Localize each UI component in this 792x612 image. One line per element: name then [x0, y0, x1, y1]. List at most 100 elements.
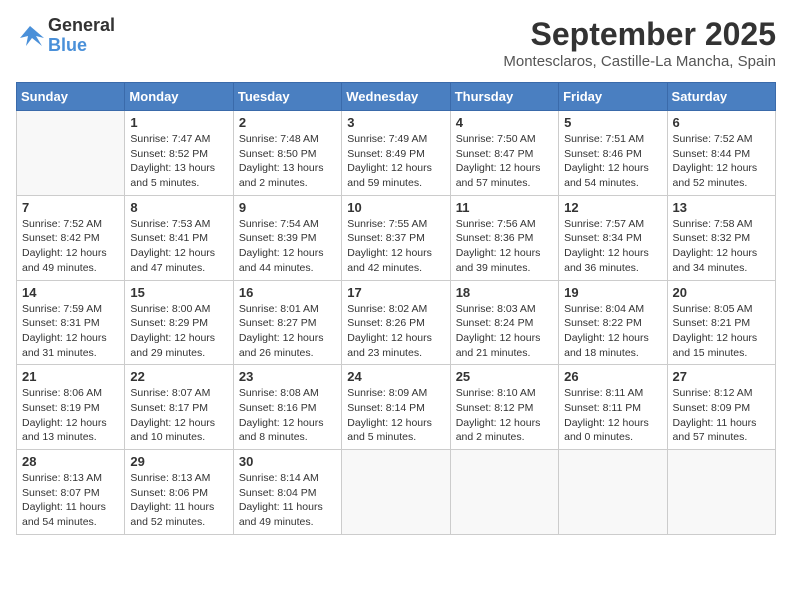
day-number: 22 — [130, 369, 227, 384]
day-number: 2 — [239, 115, 336, 130]
day-info: Sunrise: 8:14 AMSunset: 8:04 PMDaylight:… — [239, 471, 336, 530]
month-title: September 2025 — [503, 16, 776, 53]
calendar-week-row: 7 Sunrise: 7:52 AMSunset: 8:42 PMDaylight… — [17, 195, 776, 280]
calendar-cell: 29Sunrise: 8:13 AMSunset: 8:06 PMDayligh… — [125, 450, 233, 535]
logo-icon — [16, 24, 44, 48]
day-info: Sunrise: 7:47 AMSunset: 8:52 PMDaylight:… — [130, 132, 227, 191]
calendar-cell: 23 Sunrise: 8:08 AMSunset: 8:16 PMDayligh… — [233, 365, 341, 450]
page-header: General Blue September 2025 Montesclaros… — [16, 16, 776, 70]
day-number: 14 — [22, 285, 119, 300]
calendar-cell: 16 Sunrise: 8:01 AMSunset: 8:27 PMDayligh… — [233, 280, 341, 365]
title-block: September 2025 Montesclaros, Castille-La… — [503, 16, 776, 70]
logo-line1: General — [48, 16, 115, 36]
day-number: 16 — [239, 285, 336, 300]
day-info: Sunrise: 8:05 AMSunset: 8:21 PMDaylight:… — [673, 302, 770, 361]
day-info: Sunrise: 7:52 AMSunset: 8:44 PMDaylight:… — [673, 132, 770, 191]
logo: General Blue — [16, 16, 115, 56]
day-number: 5 — [564, 115, 661, 130]
day-info: Sunrise: 7:57 AMSunset: 8:34 PMDaylight:… — [564, 217, 661, 276]
day-number: 1 — [130, 115, 227, 130]
day-info: Sunrise: 8:03 AMSunset: 8:24 PMDaylight:… — [456, 302, 553, 361]
calendar-cell: 22 Sunrise: 8:07 AMSunset: 8:17 PMDayligh… — [125, 365, 233, 450]
calendar-cell: 4Sunrise: 7:50 AMSunset: 8:47 PMDaylight… — [450, 111, 558, 196]
day-number: 28 — [22, 454, 119, 469]
day-number: 19 — [564, 285, 661, 300]
calendar-cell — [450, 450, 558, 535]
calendar-cell: 25 Sunrise: 8:10 AMSunset: 8:12 PMDayligh… — [450, 365, 558, 450]
weekday-header: Monday — [125, 83, 233, 111]
weekday-header: Thursday — [450, 83, 558, 111]
day-info: Sunrise: 8:00 AMSunset: 8:29 PMDaylight:… — [130, 302, 227, 361]
day-number: 7 — [22, 200, 119, 215]
calendar-cell: 12Sunrise: 7:57 AMSunset: 8:34 PMDayligh… — [559, 195, 667, 280]
calendar-cell: 15Sunrise: 8:00 AMSunset: 8:29 PMDayligh… — [125, 280, 233, 365]
calendar-week-row: 28 Sunrise: 8:13 AMSunset: 8:07 PMDayligh… — [17, 450, 776, 535]
calendar-cell: 7 Sunrise: 7:52 AMSunset: 8:42 PMDaylight… — [17, 195, 125, 280]
calendar-cell: 30 Sunrise: 8:14 AMSunset: 8:04 PMDayligh… — [233, 450, 341, 535]
day-number: 18 — [456, 285, 553, 300]
calendar-cell: 11 Sunrise: 7:56 AMSunset: 8:36 PMDayligh… — [450, 195, 558, 280]
calendar-cell: 10 Sunrise: 7:55 AMSunset: 8:37 PMDayligh… — [342, 195, 450, 280]
calendar-cell: 28 Sunrise: 8:13 AMSunset: 8:07 PMDayligh… — [17, 450, 125, 535]
day-number: 8 — [130, 200, 227, 215]
day-info: Sunrise: 7:53 AMSunset: 8:41 PMDaylight:… — [130, 217, 227, 276]
calendar-cell: 8 Sunrise: 7:53 AMSunset: 8:41 PMDaylight… — [125, 195, 233, 280]
day-number: 30 — [239, 454, 336, 469]
day-info: Sunrise: 7:48 AMSunset: 8:50 PMDaylight:… — [239, 132, 336, 191]
logo-line2: Blue — [48, 36, 115, 56]
day-info: Sunrise: 7:59 AMSunset: 8:31 PMDaylight:… — [22, 302, 119, 361]
calendar-cell: 14 Sunrise: 7:59 AMSunset: 8:31 PMDayligh… — [17, 280, 125, 365]
day-number: 21 — [22, 369, 119, 384]
calendar-cell: 20 Sunrise: 8:05 AMSunset: 8:21 PMDayligh… — [667, 280, 775, 365]
day-number: 23 — [239, 369, 336, 384]
calendar-cell: 19 Sunrise: 8:04 AMSunset: 8:22 PMDayligh… — [559, 280, 667, 365]
day-info: Sunrise: 7:54 AMSunset: 8:39 PMDaylight:… — [239, 217, 336, 276]
day-info: Sunrise: 8:02 AMSunset: 8:26 PMDaylight:… — [347, 302, 444, 361]
day-number: 17 — [347, 285, 444, 300]
calendar-cell: 26 Sunrise: 8:11 AMSunset: 8:11 PMDayligh… — [559, 365, 667, 450]
calendar-cell — [342, 450, 450, 535]
day-info: Sunrise: 7:55 AMSunset: 8:37 PMDaylight:… — [347, 217, 444, 276]
weekday-header: Sunday — [17, 83, 125, 111]
day-number: 20 — [673, 285, 770, 300]
day-info: Sunrise: 7:52 AMSunset: 8:42 PMDaylight:… — [22, 217, 119, 276]
calendar-cell — [559, 450, 667, 535]
day-info: Sunrise: 8:07 AMSunset: 8:17 PMDaylight:… — [130, 386, 227, 445]
calendar-cell: 9Sunrise: 7:54 AMSunset: 8:39 PMDaylight… — [233, 195, 341, 280]
day-info: Sunrise: 8:04 AMSunset: 8:22 PMDaylight:… — [564, 302, 661, 361]
weekday-header: Tuesday — [233, 83, 341, 111]
calendar-cell: 21Sunrise: 8:06 AMSunset: 8:19 PMDayligh… — [17, 365, 125, 450]
calendar-cell: 17 Sunrise: 8:02 AMSunset: 8:26 PMDayligh… — [342, 280, 450, 365]
day-number: 27 — [673, 369, 770, 384]
day-info: Sunrise: 7:51 AMSunset: 8:46 PMDaylight:… — [564, 132, 661, 191]
day-number: 11 — [456, 200, 553, 215]
day-info: Sunrise: 8:12 AMSunset: 8:09 PMDaylight:… — [673, 386, 770, 445]
calendar-cell — [667, 450, 775, 535]
weekday-header: Friday — [559, 83, 667, 111]
weekday-header-row: SundayMondayTuesdayWednesdayThursdayFrid… — [17, 83, 776, 111]
weekday-header: Saturday — [667, 83, 775, 111]
day-info: Sunrise: 8:01 AMSunset: 8:27 PMDaylight:… — [239, 302, 336, 361]
location-title: Montesclaros, Castille-La Mancha, Spain — [503, 53, 776, 70]
day-number: 10 — [347, 200, 444, 215]
day-info: Sunrise: 7:49 AMSunset: 8:49 PMDaylight:… — [347, 132, 444, 191]
day-info: Sunrise: 8:13 AMSunset: 8:07 PMDaylight:… — [22, 471, 119, 530]
day-info: Sunrise: 8:10 AMSunset: 8:12 PMDaylight:… — [456, 386, 553, 445]
calendar-cell: 3 Sunrise: 7:49 AMSunset: 8:49 PMDaylight… — [342, 111, 450, 196]
calendar-cell: 27 Sunrise: 8:12 AMSunset: 8:09 PMDayligh… — [667, 365, 775, 450]
calendar-cell: 6Sunrise: 7:52 AMSunset: 8:44 PMDaylight… — [667, 111, 775, 196]
calendar-cell: 5 Sunrise: 7:51 AMSunset: 8:46 PMDaylight… — [559, 111, 667, 196]
calendar-week-row: 21Sunrise: 8:06 AMSunset: 8:19 PMDayligh… — [17, 365, 776, 450]
calendar-cell: 18 Sunrise: 8:03 AMSunset: 8:24 PMDayligh… — [450, 280, 558, 365]
calendar-week-row: 1 Sunrise: 7:47 AMSunset: 8:52 PMDaylight… — [17, 111, 776, 196]
weekday-header: Wednesday — [342, 83, 450, 111]
day-number: 3 — [347, 115, 444, 130]
day-info: Sunrise: 7:56 AMSunset: 8:36 PMDaylight:… — [456, 217, 553, 276]
calendar-cell — [17, 111, 125, 196]
day-number: 29 — [130, 454, 227, 469]
day-info: Sunrise: 8:09 AMSunset: 8:14 PMDaylight:… — [347, 386, 444, 445]
day-number: 26 — [564, 369, 661, 384]
day-info: Sunrise: 8:08 AMSunset: 8:16 PMDaylight:… — [239, 386, 336, 445]
day-info: Sunrise: 8:11 AMSunset: 8:11 PMDaylight:… — [564, 386, 661, 445]
day-number: 25 — [456, 369, 553, 384]
